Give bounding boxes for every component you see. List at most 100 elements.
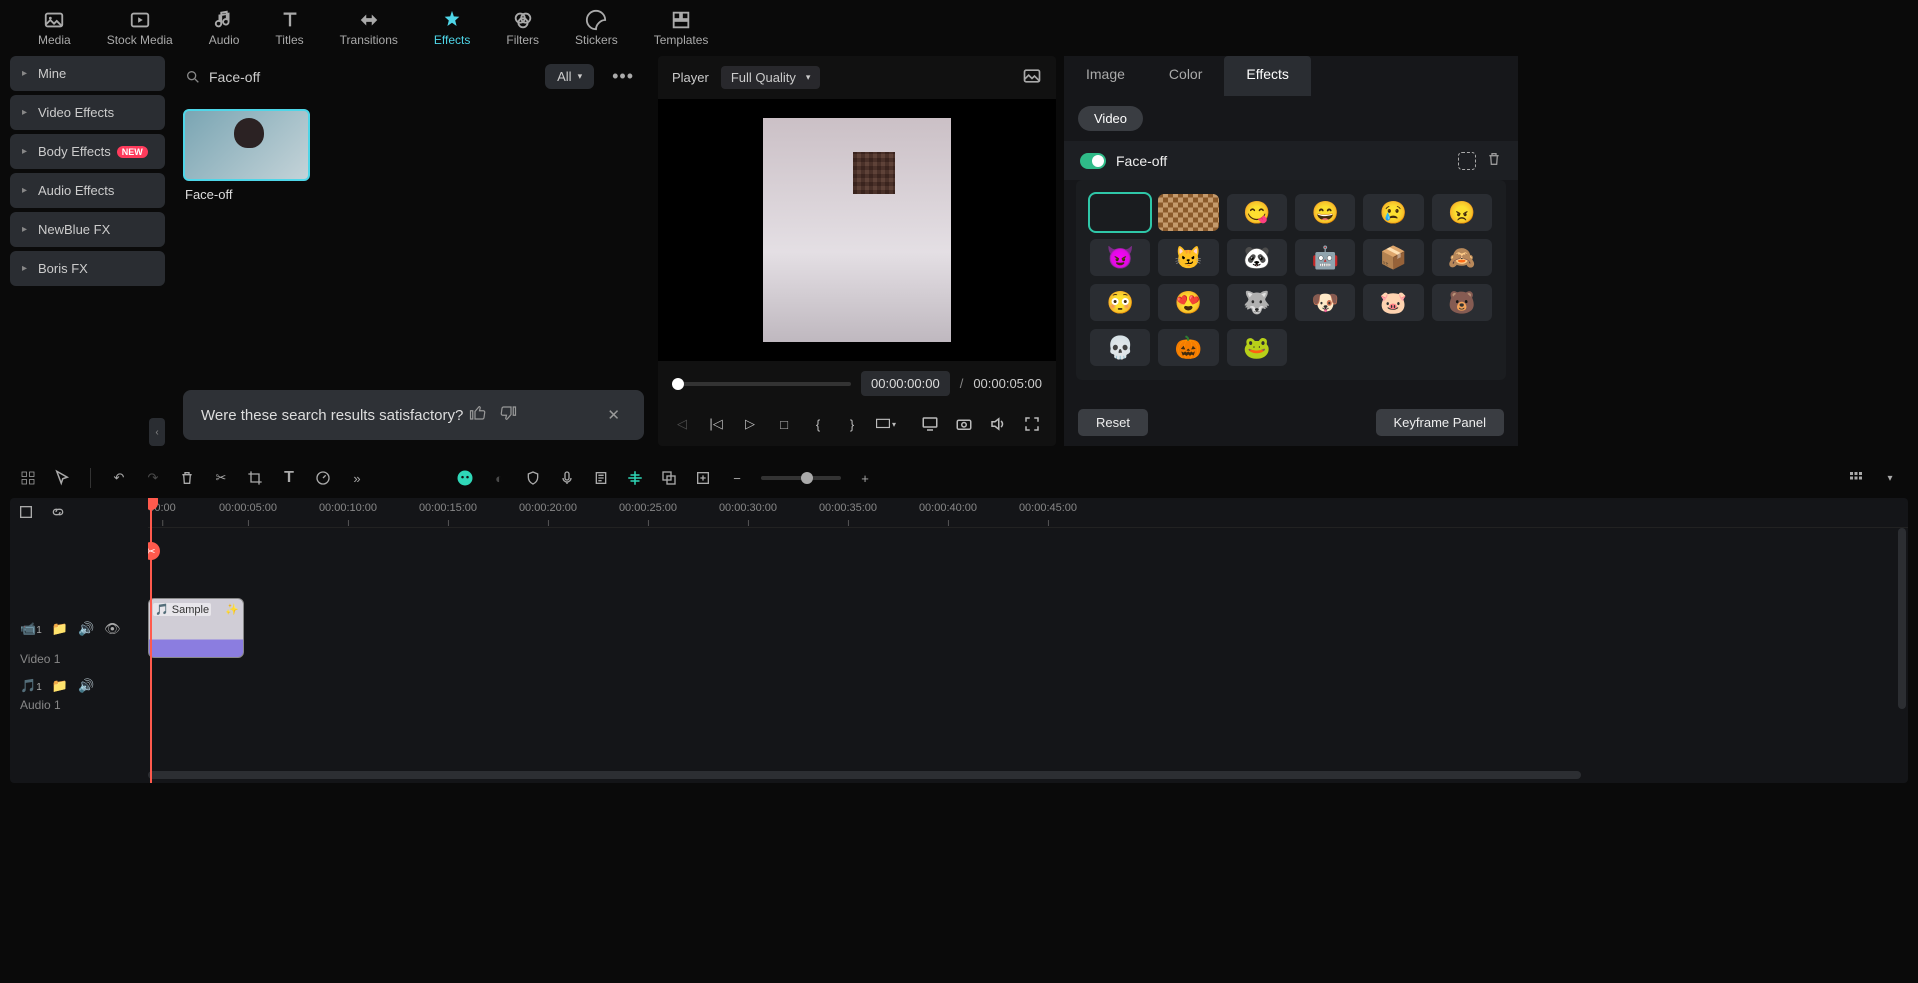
delete-effect-button[interactable] <box>1486 151 1502 170</box>
tab-audio[interactable]: Audio <box>191 0 258 56</box>
face-option-emoji-hearteyes[interactable]: 😍 <box>1158 284 1218 321</box>
horizontal-scrollbar[interactable] <box>148 771 1896 779</box>
delete-button[interactable] <box>177 468 197 488</box>
layers-tool-button[interactable] <box>659 468 679 488</box>
redo-button[interactable]: ↷ <box>143 468 163 488</box>
face-option-emoji-cry[interactable]: 😢 <box>1363 194 1423 231</box>
face-option-none[interactable] <box>1090 194 1150 231</box>
face-option-emoji-laugh[interactable]: 😄 <box>1295 194 1355 231</box>
grid-view-button[interactable] <box>1846 468 1866 488</box>
mute-icon[interactable]: 🔊 <box>78 621 94 637</box>
sub-tab-video[interactable]: Video <box>1078 106 1143 131</box>
mute-icon[interactable]: 🔊 <box>78 678 94 694</box>
tab-stickers[interactable]: Stickers <box>557 0 636 56</box>
face-option-emoji-bear[interactable]: 🐻 <box>1432 284 1492 321</box>
prev-frame-button[interactable]: ◁ <box>672 414 692 434</box>
tab-media[interactable]: Media <box>20 0 89 56</box>
step-back-button[interactable]: |◁ <box>706 414 726 434</box>
face-option-emoji-devil[interactable]: 😈 <box>1090 239 1150 276</box>
more-menu-button[interactable]: ••• <box>604 62 642 91</box>
effect-toggle[interactable] <box>1080 153 1106 169</box>
tab-stock-media[interactable]: Stock Media <box>89 0 191 56</box>
category-newblue-fx[interactable]: ▸NewBlue FX <box>10 212 165 247</box>
tab-color[interactable]: Color <box>1147 56 1224 96</box>
notes-tool-button[interactable] <box>591 468 611 488</box>
tab-templates[interactable]: Templates <box>636 0 727 56</box>
link-tracks-icon[interactable] <box>48 502 68 522</box>
color-tool-button[interactable]: ◐ <box>489 468 509 488</box>
face-option-emoji-yum[interactable]: 😋 <box>1227 194 1287 231</box>
text-button[interactable]: T <box>279 468 299 488</box>
face-option-emoji-dog[interactable]: 🐶 <box>1295 284 1355 321</box>
add-track-button[interactable] <box>693 468 713 488</box>
vertical-scrollbar[interactable] <box>1898 528 1906 769</box>
ai-tool-button[interactable] <box>455 468 475 488</box>
tab-image[interactable]: Image <box>1064 56 1147 96</box>
timeline-settings-icon[interactable] <box>16 502 36 522</box>
split-button[interactable]: ✂ <box>211 468 231 488</box>
folder-icon[interactable]: 📁 <box>52 621 68 637</box>
tracks-area[interactable]: 00:00 00:00:05:00 00:00:10:00 00:00:15:0… <box>148 498 1908 783</box>
category-audio-effects[interactable]: ▸Audio Effects <box>10 173 165 208</box>
progress-slider[interactable] <box>672 382 851 386</box>
visibility-icon[interactable]: 👁 <box>104 621 121 637</box>
category-boris-fx[interactable]: ▸Boris FX <box>10 251 165 286</box>
display-button[interactable] <box>920 414 940 434</box>
fullscreen-button[interactable] <box>1022 414 1042 434</box>
tab-titles[interactable]: Titles <box>257 0 321 56</box>
reset-button[interactable]: Reset <box>1078 409 1148 436</box>
play-button[interactable]: ▷ <box>740 414 760 434</box>
select-tool-icon[interactable] <box>18 468 38 488</box>
category-body-effects[interactable]: ▸Body EffectsNEW <box>10 134 165 169</box>
face-option-mosaic[interactable] <box>1158 194 1218 231</box>
face-option-emoji-robot[interactable]: 🤖 <box>1295 239 1355 276</box>
face-option-emoji-monkey[interactable]: 🙈 <box>1432 239 1492 276</box>
marker-tool-button[interactable] <box>625 468 645 488</box>
quality-dropdown[interactable]: Full Quality ▾ <box>721 66 821 89</box>
tab-transitions[interactable]: Transitions <box>322 0 416 56</box>
face-option-emoji-skull[interactable]: 💀 <box>1090 329 1150 366</box>
collapse-sidebar-button[interactable]: ‹ <box>149 418 165 446</box>
keyframe-panel-button[interactable]: Keyframe Panel <box>1376 409 1505 436</box>
face-option-emoji-box[interactable]: 📦 <box>1363 239 1423 276</box>
more-tools-button[interactable]: » <box>347 468 367 488</box>
undo-button[interactable]: ↶ <box>109 468 129 488</box>
speed-button[interactable] <box>313 468 333 488</box>
face-option-emoji-panda[interactable]: 🐼 <box>1227 239 1287 276</box>
filter-dropdown[interactable]: All ▾ <box>545 64 594 89</box>
mic-tool-button[interactable] <box>557 468 577 488</box>
playhead[interactable]: ✂ <box>150 498 152 783</box>
thumbs-up-button[interactable] <box>463 404 493 426</box>
mark-in-button[interactable]: { <box>808 414 828 434</box>
face-option-emoji-cat[interactable]: 😼 <box>1158 239 1218 276</box>
tab-filters[interactable]: Filters <box>488 0 557 56</box>
category-mine[interactable]: ▸Mine <box>10 56 165 91</box>
aspect-dropdown[interactable]: ▾ <box>876 414 896 434</box>
zoom-in-button[interactable]: + <box>855 468 875 488</box>
tab-effects[interactable]: Effects <box>416 0 488 56</box>
zoom-out-button[interactable]: − <box>727 468 747 488</box>
stop-button[interactable]: □ <box>774 414 794 434</box>
volume-button[interactable] <box>988 414 1008 434</box>
screenshot-button[interactable] <box>954 414 974 434</box>
folder-icon[interactable]: 📁 <box>52 678 68 694</box>
face-option-emoji-blush[interactable]: 😳 <box>1090 284 1150 321</box>
video-clip[interactable]: 🎵 Sample ✨ <box>148 598 244 658</box>
ai-chip-icon[interactable] <box>1458 152 1476 170</box>
search-input[interactable] <box>209 69 390 85</box>
category-video-effects[interactable]: ▸Video Effects <box>10 95 165 130</box>
tab-effects-right[interactable]: Effects <box>1224 56 1311 96</box>
effect-thumbnail-faceoff[interactable]: Face-off <box>183 109 310 202</box>
thumbs-down-button[interactable] <box>493 404 523 426</box>
face-option-emoji-frog[interactable]: 🐸 <box>1227 329 1287 366</box>
mark-out-button[interactable]: } <box>842 414 862 434</box>
zoom-slider[interactable] <box>761 476 841 480</box>
face-option-emoji-angry[interactable]: 😠 <box>1432 194 1492 231</box>
face-option-emoji-wolf[interactable]: 🐺 <box>1227 284 1287 321</box>
face-option-emoji-pig[interactable]: 🐷 <box>1363 284 1423 321</box>
options-dropdown-button[interactable]: ▾ <box>1880 468 1900 488</box>
cursor-tool-icon[interactable] <box>52 468 72 488</box>
split-marker[interactable]: ✂ <box>148 542 160 560</box>
crop-button[interactable] <box>245 468 265 488</box>
shield-tool-button[interactable] <box>523 468 543 488</box>
